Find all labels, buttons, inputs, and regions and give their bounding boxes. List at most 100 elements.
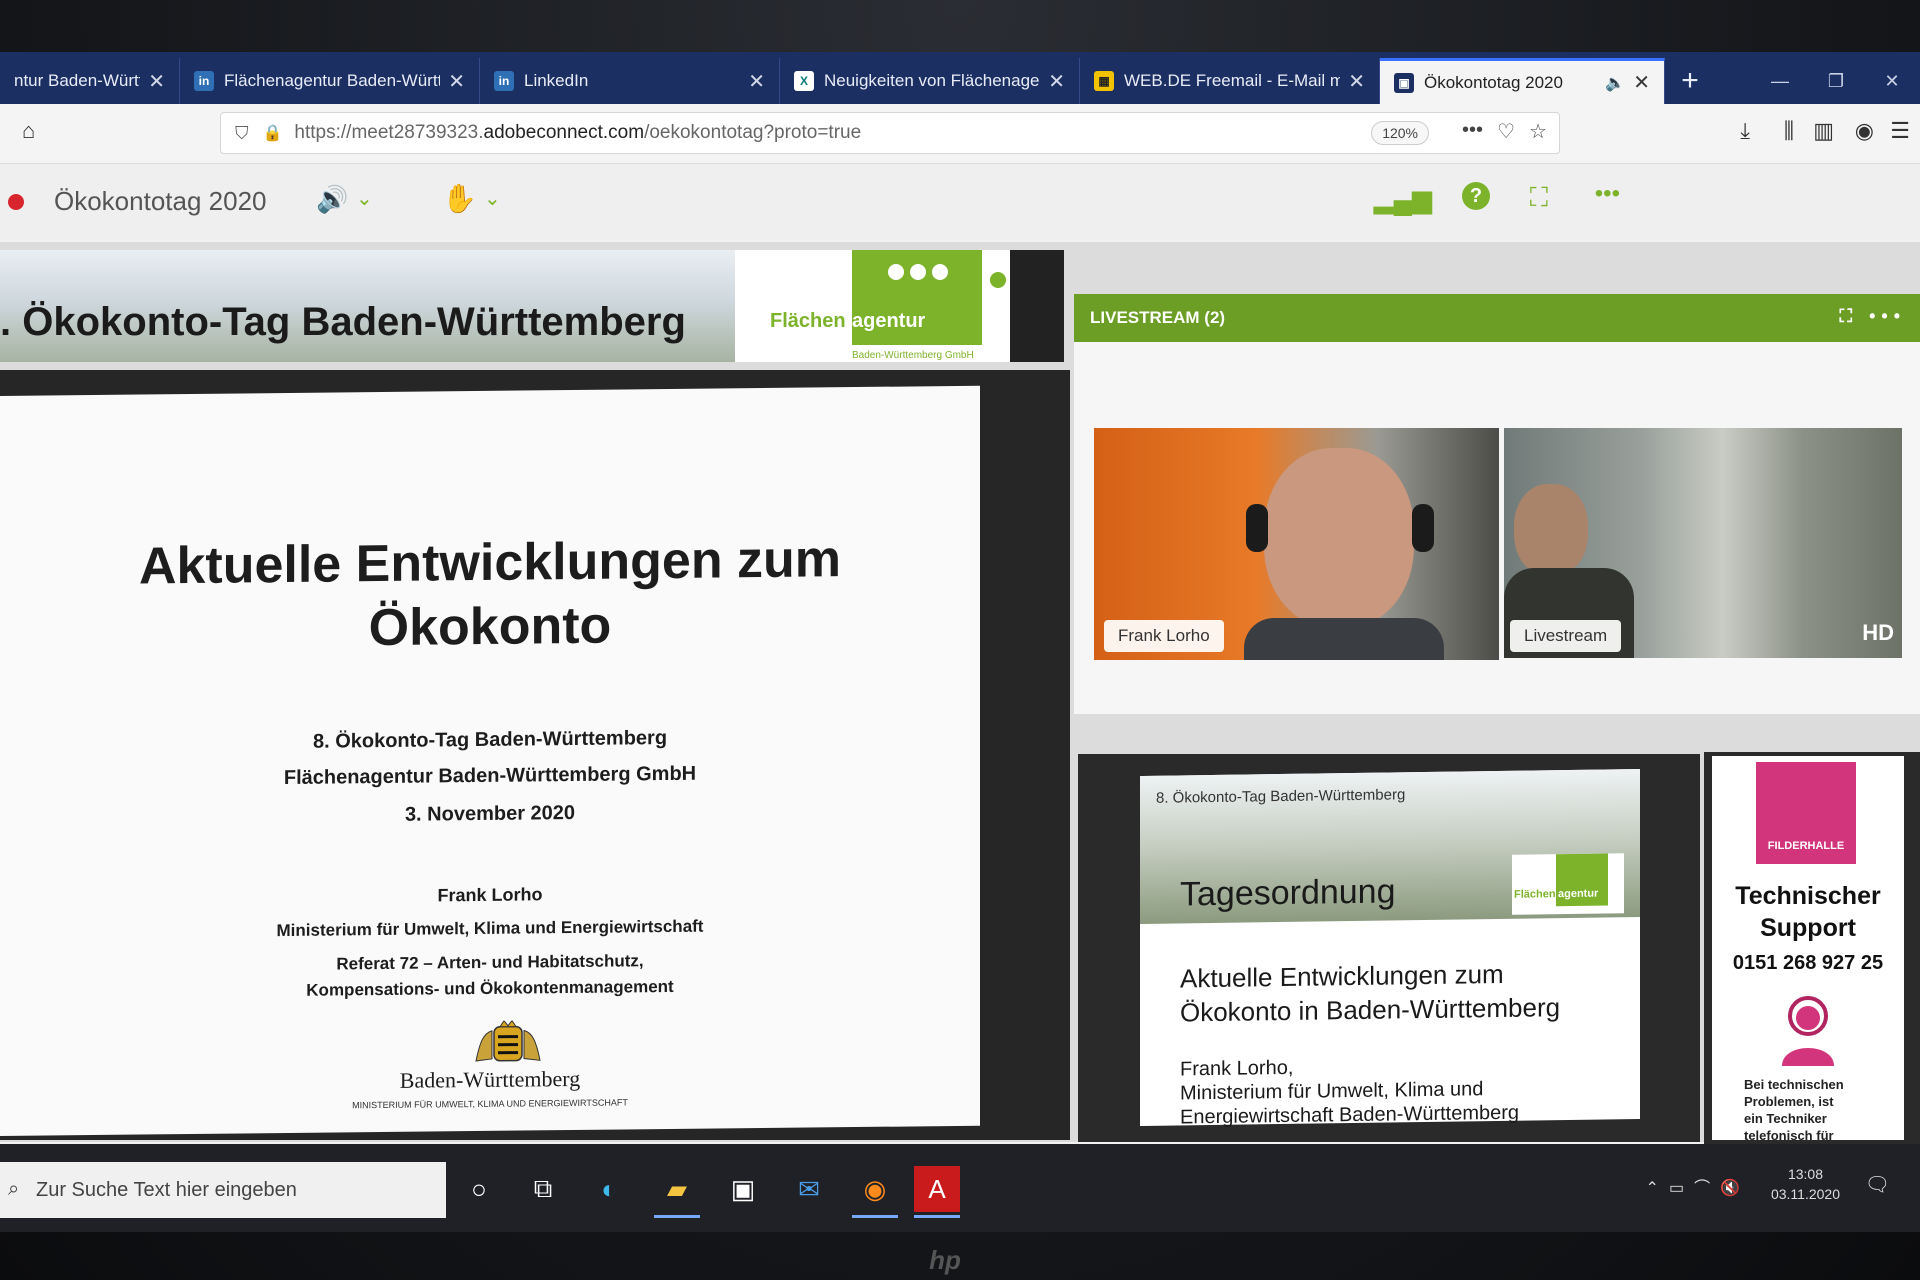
clock-time: 13:08 [1787, 1166, 1823, 1182]
support-card: FILDERHALLE Technischer Support 0151 268… [1712, 756, 1904, 1160]
close-icon[interactable]: ✕ [748, 69, 765, 94]
mail-icon[interactable]: ✉ [786, 1166, 832, 1212]
tab-oekokontotag[interactable]: ▣ Ökokontotag 2020 🔈 ✕ [1380, 58, 1665, 104]
slide-ministry-line: Ministerium für Umwelt, Klima und Energi… [276, 916, 704, 941]
logo-text-agentur: agentur [1558, 887, 1599, 901]
close-icon[interactable]: ✕ [148, 69, 165, 94]
close-icon[interactable]: ✕ [1633, 70, 1650, 95]
participant-name-tag: Frank Lorho [1104, 620, 1224, 652]
acrobat-icon[interactable]: A [914, 1166, 960, 1218]
header-title: . Ökokonto-Tag Baden-Württemberg [0, 300, 686, 344]
flaechenagentur-logo: Flächen agentur [1512, 853, 1624, 915]
close-icon[interactable]: ✕ [1048, 69, 1065, 94]
home-icon[interactable]: ⌂ [22, 118, 35, 144]
connection-bars-icon[interactable]: ▂▄▆ [1374, 184, 1432, 215]
logo-text-agentur: agentur [852, 310, 926, 332]
logo-dot [888, 264, 904, 280]
more-options-icon[interactable]: ••• [1595, 180, 1620, 208]
slide-department-line: Referat 72 – Arten- und Habitatschutz, [336, 951, 644, 974]
livestream-title: LIVESTREAM (2) [1090, 308, 1226, 327]
coat-of-arms-icon [475, 1020, 541, 1062]
presentation-header: . Ökokonto-Tag Baden-Württemberg Flächen… [0, 250, 1064, 362]
tab-webde[interactable]: ▦ WEB.DE Freemail - E-Mail ma ✕ [1080, 58, 1380, 104]
pocket-icon[interactable]: ♡ [1497, 119, 1515, 144]
notification-icon[interactable]: 🗨 [1865, 1172, 1890, 1197]
store-icon[interactable]: ▣ [720, 1166, 766, 1212]
taskbar-search-input[interactable]: ⌕ Zur Suche Text hier eingeben [0, 1162, 446, 1218]
agenda-speaker: Frank Lorho, Ministerium für Umwelt, Kli… [1180, 1056, 1520, 1129]
tab-title: Ökokontotag 2020 [1424, 72, 1563, 92]
account-icon[interactable]: ◉ [1855, 118, 1874, 144]
page-actions-icon[interactable]: ••• [1462, 119, 1483, 142]
screen: ntur Baden-Württe ✕ in Flächenagentur Ba… [0, 52, 1920, 1232]
livestream-titlebar: LIVESTREAM (2) ⛶ ••• [1074, 294, 1920, 342]
header-divider [1010, 250, 1064, 362]
tab-title: LinkedIn [524, 71, 589, 90]
tab-linkedin[interactable]: in LinkedIn ✕ [480, 58, 780, 104]
speaker-icon[interactable]: 🔊 [316, 184, 348, 215]
url-path: /oekokontotag?proto=true [644, 122, 862, 143]
system-tray-icons[interactable]: ⌃▭⌒🔇 [1646, 1174, 1750, 1198]
agenda-pod: 8. Ökokonto-Tag Baden-Württemberg Tageso… [1078, 754, 1700, 1142]
bookmark-star-icon[interactable]: ☆ [1529, 119, 1547, 144]
navigation-bar: ⌂ ⛉ 🔒 https://meet28739323. adobeconnect.… [0, 104, 1920, 164]
logo-text-flaechen: Flächen [1514, 888, 1556, 901]
pod-options-icon[interactable]: ⛶ ••• [1839, 306, 1906, 327]
video-feed-livestream[interactable]: Livestream HD [1504, 428, 1902, 658]
tab-xing[interactable]: X Neuigkeiten von Flächenagent ✕ [780, 58, 1080, 104]
recording-indicator-icon [8, 194, 24, 210]
fullscreen-icon[interactable]: ⛶ [1530, 182, 1548, 214]
logo-dot [910, 264, 926, 280]
edge-icon[interactable]: ◐ [586, 1166, 632, 1212]
tab-title: Neuigkeiten von Flächenagent [824, 71, 1041, 90]
raise-hand-icon[interactable]: ✋ [442, 182, 477, 215]
cortana-icon[interactable]: ○ [456, 1166, 502, 1212]
task-view-icon[interactable]: ⧉ [520, 1166, 566, 1212]
slide-organizer-line: Flächenagentur Baden-Württemberg GmbH [283, 762, 697, 790]
support-pod: FILDERHALLE Technischer Support 0151 268… [1704, 752, 1920, 1160]
help-icon[interactable]: ? [1462, 182, 1490, 210]
hp-logo: hp [929, 1245, 961, 1275]
meeting-toolbar: Ökokontotag 2020 🔊 ⌄ ✋ ⌄ ▂▄▆ ? ⛶ ••• [0, 164, 1920, 240]
new-tab-button[interactable]: + [1665, 58, 1715, 104]
address-bar[interactable]: ⛉ 🔒 https://meet28739323. adobeconnect.co… [220, 112, 1560, 154]
shield-icon[interactable]: ⛉ [235, 123, 249, 144]
firefox-icon[interactable]: ◉ [852, 1166, 898, 1218]
tab-title: Flächenagentur Baden-Württe [224, 71, 441, 90]
slide-event-line: 8. Ökokonto-Tag Baden-Württemberg [312, 727, 668, 753]
menu-icon[interactable]: ☰ [1890, 118, 1910, 144]
tab-flaechenagentur-site[interactable]: ntur Baden-Württe ✕ [0, 58, 180, 104]
headset-icon [1412, 504, 1434, 552]
taskbar-clock[interactable]: 13:08 03.11.2020 [1771, 1164, 1840, 1204]
tab-linkedin-company[interactable]: in Flächenagentur Baden-Württe ✕ [180, 58, 480, 104]
chevron-down-icon[interactable]: ⌄ [356, 186, 373, 211]
close-window-button[interactable]: ✕ [1864, 58, 1920, 104]
slide-title: Aktuelle Entwicklungen zum Ökokonto [138, 530, 842, 658]
agenda-event-title: 8. Ökokonto-Tag Baden-Württemberg [1156, 786, 1406, 807]
sidebar-icon[interactable]: ▥ [1813, 118, 1834, 144]
support-title: Technischer Support [1735, 882, 1881, 942]
file-explorer-icon[interactable]: ▰ [654, 1166, 700, 1218]
presentation-slide: Aktuelle Entwicklungen zum Ökokonto 8. Ö… [0, 385, 980, 1137]
search-placeholder: Zur Suche Text hier eingeben [36, 1178, 297, 1201]
presentation-pod: Aktuelle Entwicklungen zum Ökokonto 8. Ö… [0, 370, 1070, 1140]
video-feed-speaker[interactable]: Frank Lorho [1094, 428, 1499, 660]
zoom-level[interactable]: 120% [1371, 121, 1429, 145]
tab-strip: ntur Baden-Württe ✕ in Flächenagentur Ba… [0, 52, 1920, 104]
library-icon[interactable]: ⫼ [1784, 118, 1794, 144]
chevron-down-icon[interactable]: ⌄ [484, 186, 501, 211]
webde-icon: ▦ [1094, 71, 1114, 91]
ministry-caption: MINISTERIUM FÜR UMWELT, KLIMA UND ENERGI… [352, 1097, 628, 1111]
lock-icon[interactable]: 🔒 [263, 123, 283, 143]
tab-title: WEB.DE Freemail - E-Mail ma [1124, 71, 1341, 90]
download-icon[interactable]: ⤓ [1740, 118, 1750, 144]
headset-icon [1246, 504, 1268, 552]
linkedin-icon: in [194, 71, 214, 91]
restore-button[interactable]: ❐ [1808, 58, 1864, 104]
xing-icon: X [794, 71, 814, 91]
close-icon[interactable]: ✕ [448, 69, 465, 94]
close-icon[interactable]: ✕ [1348, 69, 1365, 94]
adobe-connect-icon: ▣ [1394, 72, 1414, 93]
minimize-button[interactable]: — [1752, 58, 1808, 104]
speaker-icon[interactable]: 🔈 [1605, 73, 1625, 93]
